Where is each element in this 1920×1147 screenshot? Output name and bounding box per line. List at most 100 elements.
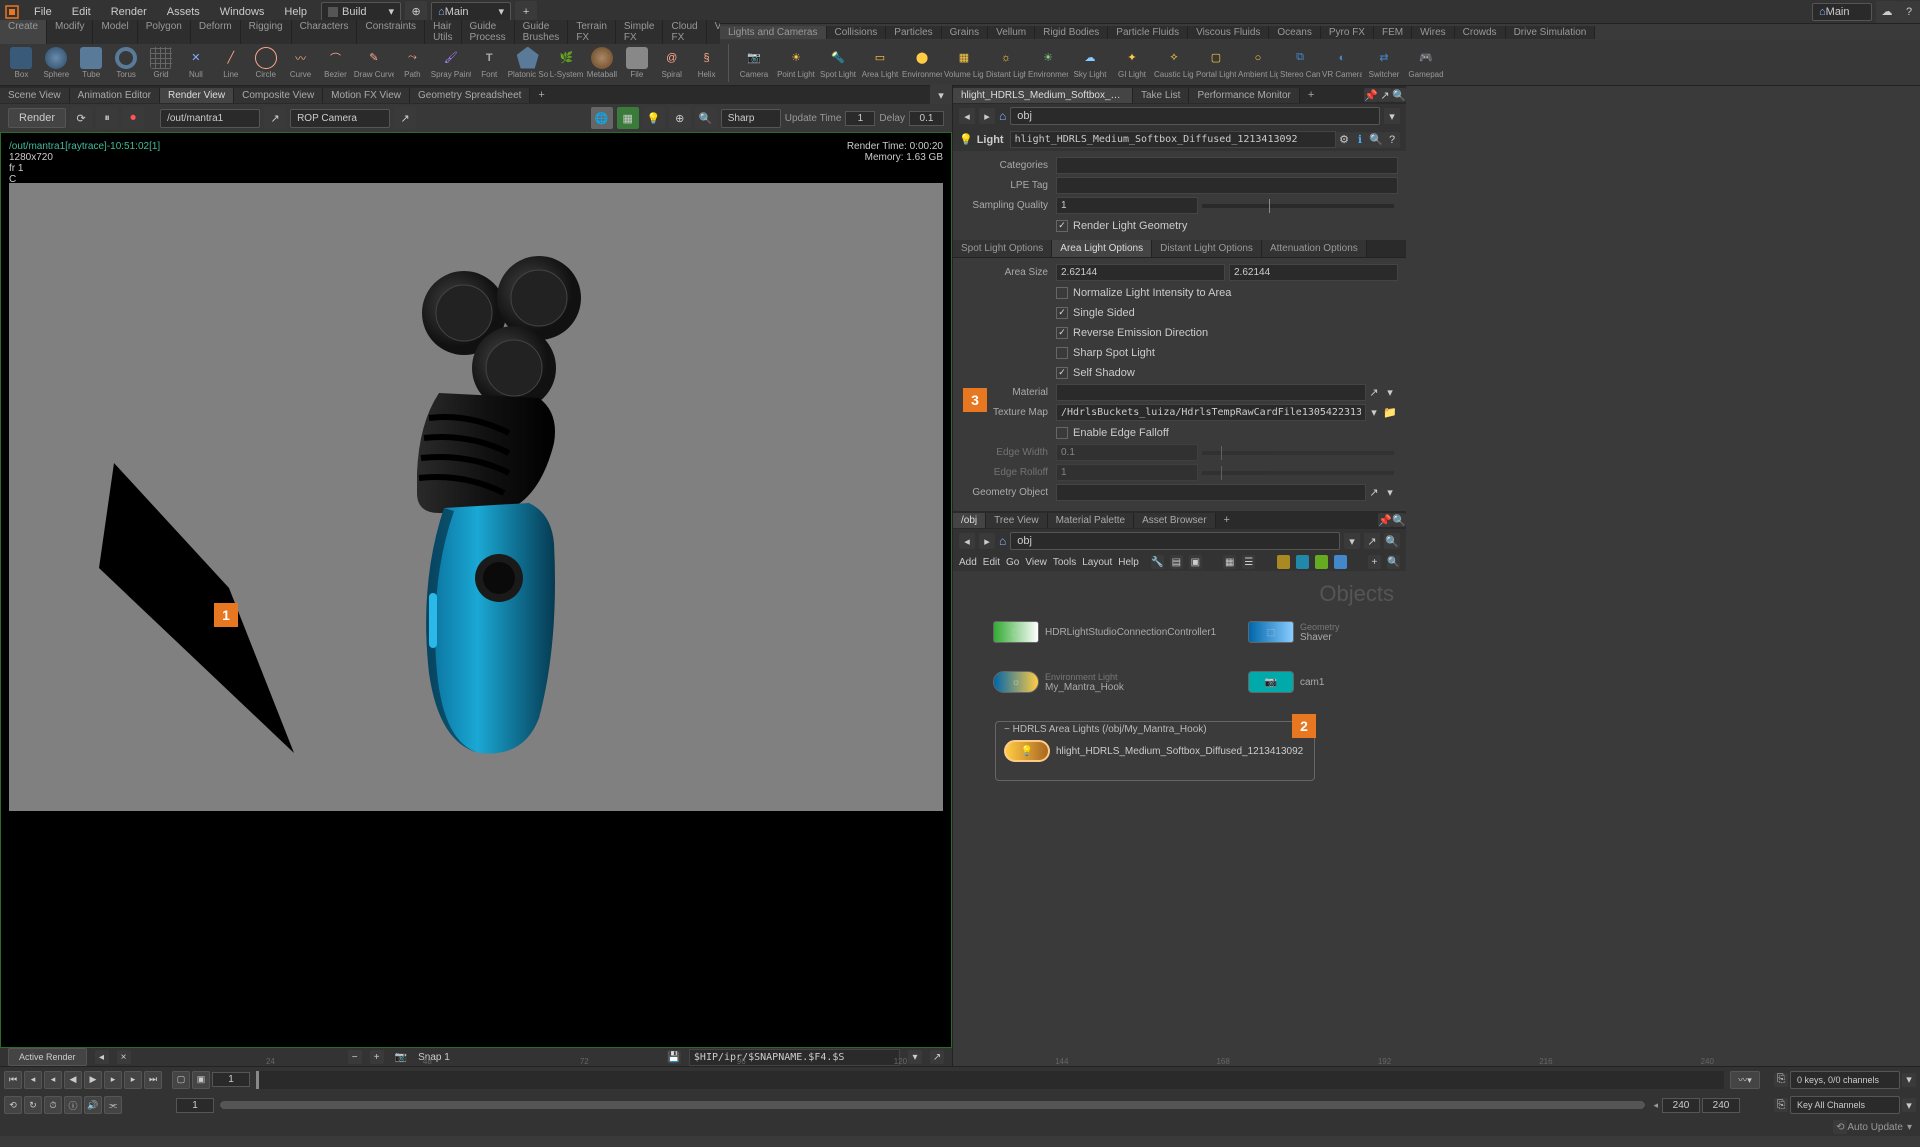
key-filter-icon[interactable]: ⎘ xyxy=(1774,1098,1788,1112)
node-graph[interactable]: Objects ⬚ HDRLightStudioConnectionContro… xyxy=(953,571,1406,1066)
refresh-icon[interactable]: ⟳ xyxy=(70,107,92,129)
render-viewport[interactable]: /out/mantra1[raytrace]-10:51:02[1] 1280x… xyxy=(0,132,952,1048)
shelf-platonic[interactable]: Platonic Solids xyxy=(508,47,548,79)
shelf-tab[interactable]: Create xyxy=(0,20,47,44)
network-path-input[interactable]: obj xyxy=(1010,532,1340,550)
prev-key-button[interactable]: ◂ xyxy=(24,1071,42,1089)
audio-button[interactable]: 🔊 xyxy=(84,1096,102,1114)
tab-obj[interactable]: /obj xyxy=(953,513,986,528)
active-render-btn[interactable]: Active Render xyxy=(8,1048,87,1066)
edge-falloff-checkbox[interactable] xyxy=(1056,427,1068,439)
netmenu-go[interactable]: Go xyxy=(1006,557,1019,568)
shelf-ambientlight[interactable]: ○Ambient Light xyxy=(1238,47,1278,79)
shelf-helix[interactable]: §Helix xyxy=(690,47,723,79)
close-snap-icon[interactable]: × xyxy=(117,1050,131,1064)
menu-windows[interactable]: Windows xyxy=(210,2,275,22)
sampling-slider[interactable] xyxy=(1202,204,1394,208)
jump-icon[interactable]: ↗ xyxy=(1378,88,1392,102)
keys-count[interactable]: 0 keys, 0/0 channels xyxy=(1790,1071,1900,1089)
update-time-input[interactable] xyxy=(845,111,875,126)
shelf-sphere[interactable]: Sphere xyxy=(40,47,73,79)
flag3-icon[interactable] xyxy=(1315,555,1328,569)
desktop-dropdown[interactable]: Build▾ xyxy=(321,2,401,21)
shelf-tab[interactable]: Particle Fluids xyxy=(1108,26,1188,39)
menu-help[interactable]: Help xyxy=(274,2,317,22)
menu-edit[interactable]: Edit xyxy=(62,2,101,22)
tab-spot[interactable]: Spot Light Options xyxy=(953,240,1052,257)
path-jump-icon[interactable]: ↗ xyxy=(1364,533,1380,549)
right-context-dropdown[interactable]: ⌂ Main xyxy=(1812,3,1872,21)
shelf-tab[interactable]: Oceans xyxy=(1269,26,1320,39)
shelf-tab[interactable]: Viscous Fluids xyxy=(1188,26,1269,39)
shelf-tube[interactable]: Tube xyxy=(75,47,108,79)
play-fwd-button[interactable]: ▶ xyxy=(84,1071,102,1089)
shelf-tab[interactable]: Terrain FX xyxy=(568,20,616,44)
shelf-tab[interactable]: Lights and Cameras xyxy=(720,26,827,39)
grid-icon[interactable]: ▦ xyxy=(1223,555,1236,569)
shelf-tab[interactable]: Crowds xyxy=(1455,26,1506,39)
range-start-input[interactable] xyxy=(176,1098,214,1113)
shelf-tab[interactable]: Model xyxy=(93,20,137,44)
pin-icon[interactable]: 📌 xyxy=(1378,513,1392,527)
single-sided-checkbox[interactable] xyxy=(1056,307,1068,319)
fwd-icon[interactable]: ▸ xyxy=(979,533,995,549)
shelf-spraypaint[interactable]: 🖌Spray Paint xyxy=(431,47,471,79)
tab-composite[interactable]: Composite View xyxy=(234,88,323,103)
flag2-icon[interactable] xyxy=(1296,555,1309,569)
tab-motionfx[interactable]: Motion FX View xyxy=(323,88,410,103)
render-button[interactable]: Render xyxy=(8,108,66,128)
shelf-drawcurve[interactable]: ✎Draw Curve xyxy=(354,47,394,79)
context-dropdown[interactable]: ⌂ Main▾ xyxy=(431,2,511,21)
search-icon[interactable]: 🔍 xyxy=(1387,555,1400,569)
filter-menu-icon[interactable]: ▾ xyxy=(1902,1098,1916,1112)
realtime-button[interactable]: ↻ xyxy=(24,1096,42,1114)
globe-icon[interactable]: 🌐 xyxy=(591,107,613,129)
delay-input[interactable] xyxy=(909,111,944,126)
find-icon[interactable]: 🔍 xyxy=(1392,513,1406,527)
netmenu-view[interactable]: View xyxy=(1025,557,1047,568)
texmap-browse-icon[interactable]: 📁 xyxy=(1382,405,1398,421)
netmenu-edit[interactable]: Edit xyxy=(983,557,1000,568)
tab-add[interactable]: + xyxy=(530,87,552,103)
shelf-tab[interactable]: Cloud FX xyxy=(663,20,706,44)
tab-geom-spread[interactable]: Geometry Spreadsheet xyxy=(410,88,530,103)
param-path-input[interactable]: obj xyxy=(1010,107,1380,125)
gear-icon[interactable]: ⚙ xyxy=(1336,132,1352,148)
range-end2-input[interactable] xyxy=(1702,1098,1740,1113)
shelf-tab[interactable]: Rigid Bodies xyxy=(1035,26,1108,39)
path-menu-icon[interactable]: ▾ xyxy=(1384,108,1400,124)
plus-icon[interactable]: + xyxy=(1368,555,1381,569)
shelf-spotlight[interactable]: 🔦Spot Light xyxy=(818,47,858,79)
shelf-tab[interactable]: Drive Simulation xyxy=(1506,26,1596,39)
list2-icon[interactable]: ☰ xyxy=(1242,555,1255,569)
shelf-volumelight[interactable]: ▦Volume Light xyxy=(944,47,984,79)
lpe-input[interactable] xyxy=(1056,177,1398,194)
help-param-icon[interactable]: ? xyxy=(1384,132,1400,148)
area-size-y-input[interactable] xyxy=(1229,264,1398,281)
tab-add[interactable]: + xyxy=(1300,87,1322,103)
shelf-bezier[interactable]: ⌒Bezier xyxy=(319,47,352,79)
shelf-tab[interactable]: Collisions xyxy=(827,26,887,39)
help-icon[interactable]: ? xyxy=(1898,1,1920,23)
simulate-icon[interactable]: ⟲ xyxy=(1833,1120,1847,1134)
shelf-tab[interactable]: Deform xyxy=(191,20,241,44)
mode2-button[interactable]: ▣ xyxy=(192,1071,210,1089)
shelf-envlight2[interactable]: ☀Environment Light xyxy=(1028,47,1068,79)
shelf-arealight[interactable]: ▭Area Light xyxy=(860,47,900,79)
range-end-input[interactable] xyxy=(1662,1098,1700,1113)
prev-frame-button[interactable]: ◂ xyxy=(44,1071,62,1089)
normalize-checkbox[interactable] xyxy=(1056,287,1068,299)
shelf-tab[interactable]: Rigging xyxy=(241,20,292,44)
tab-add[interactable]: + xyxy=(1216,512,1238,528)
node-group[interactable]: − HDRLS Area Lights (/obj/My_Mantra_Hook… xyxy=(995,721,1315,781)
shelf-tab[interactable]: Guide Brushes xyxy=(515,20,569,44)
tab-tree[interactable]: Tree View xyxy=(986,513,1047,528)
tab-scene-view[interactable]: Scene View xyxy=(0,88,70,103)
tab-anim-editor[interactable]: Animation Editor xyxy=(70,88,160,103)
menu-assets[interactable]: Assets xyxy=(157,2,210,22)
shelf-box[interactable]: Box xyxy=(5,47,38,79)
menu-render[interactable]: Render xyxy=(101,2,157,22)
shelf-tab[interactable]: Characters xyxy=(292,20,358,44)
shelf-font[interactable]: TFont xyxy=(473,47,506,79)
zoom-icon[interactable]: 🔍 xyxy=(695,107,717,129)
